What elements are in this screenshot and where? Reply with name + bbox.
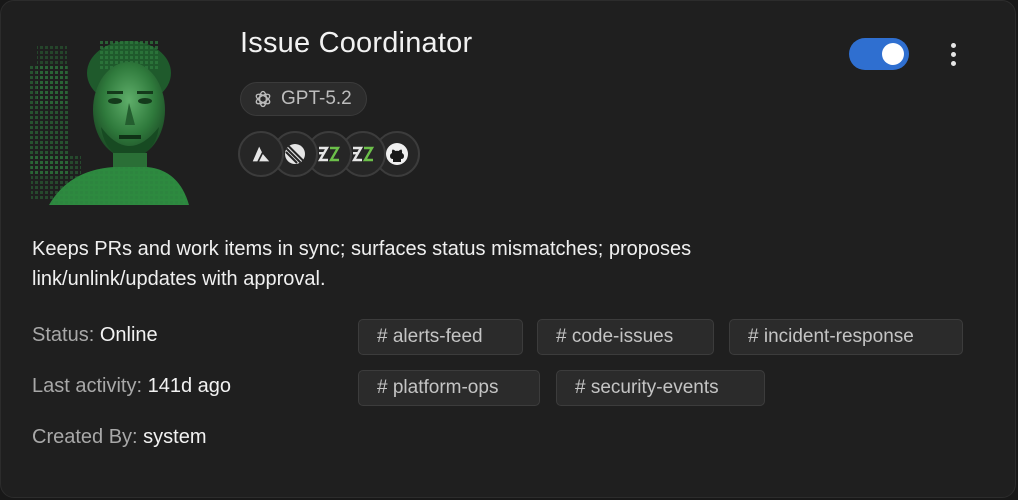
channel-chip[interactable]: # platform-ops (358, 370, 540, 406)
status-label: Status: (32, 324, 95, 346)
openai-icon (253, 89, 273, 109)
channel-chip[interactable]: # code-issues (537, 319, 714, 355)
agent-description: Keeps PRs and work items in sync; surfac… (32, 238, 692, 290)
status-row: Status: Online (32, 324, 158, 347)
created-by-label: Created By: (32, 426, 138, 448)
model-badge: GPT-5.2 (240, 82, 367, 116)
status-value: Online (99, 324, 158, 346)
integration-icons (238, 131, 420, 177)
channel-chip[interactable]: # incident-response (729, 319, 963, 355)
azure-devops-icon (238, 131, 284, 177)
agent-avatar (29, 35, 195, 205)
agent-card: Issue Coordinator GPT-5.2 Keeps PRs and … (0, 0, 1016, 498)
created-by-value: system (143, 426, 207, 448)
more-options-icon[interactable] (937, 39, 969, 69)
channel-chip[interactable]: # alerts-feed (358, 319, 523, 355)
last-activity-value: 141d ago (147, 375, 232, 397)
last-activity-label: Last activity: (32, 375, 143, 397)
toggle-knob (882, 43, 904, 65)
agent-name: Issue Coordinator (240, 27, 473, 59)
model-label: GPT-5.2 (281, 88, 352, 109)
channel-chip[interactable]: # security-events (556, 370, 765, 406)
agent-enabled-toggle[interactable] (849, 38, 909, 70)
created-by-row: Created By: system (32, 426, 207, 449)
last-activity-row: Last activity: 141d ago (32, 375, 231, 398)
